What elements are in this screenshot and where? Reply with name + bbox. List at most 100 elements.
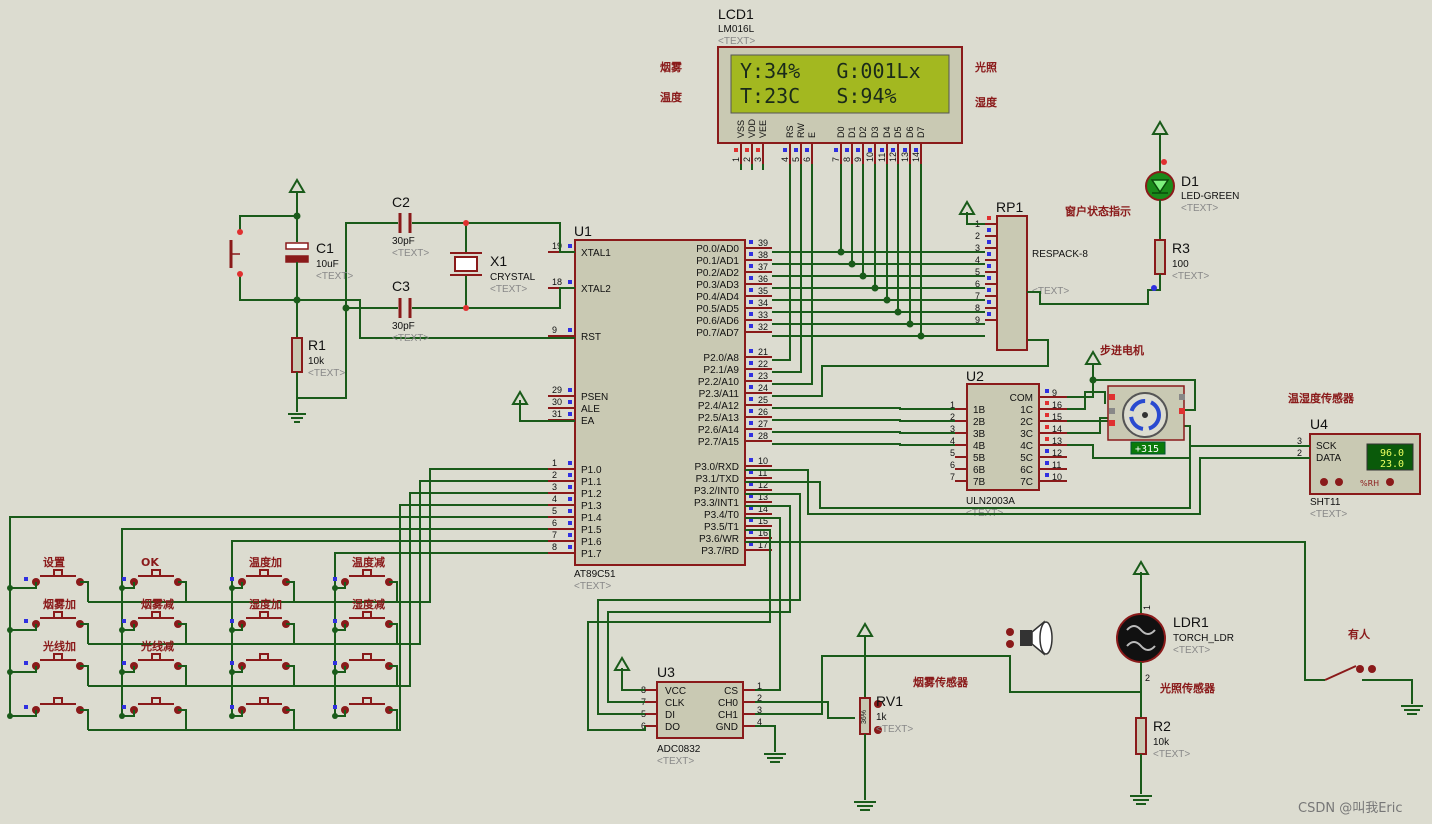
mcu-left-pin-num-13: 8 [552,542,557,552]
mcu-left-pin-num-2: 9 [552,325,557,335]
key-dot-1-0 [24,619,28,623]
lcd-pin-label-1: VDD [747,118,757,138]
mcu-right-pin-num-1: 38 [758,250,768,260]
mcu-right-pin-dot-9 [749,361,753,365]
respack-rp1[interactable]: RP1 RESPACK-8 <TEXT> 123456789 [958,199,1088,351]
mcu-left-pin-num-4: 30 [552,397,562,407]
lcd-pin-num-3: 4 [780,157,790,162]
lcd-pin-dot-8 [856,148,860,152]
key-2-2[interactable] [229,653,295,686]
mcu-left-pin-dot-4 [568,400,572,404]
lcd-pin-dot-4 [794,148,798,152]
key-junction-1-3 [332,627,338,633]
mcu-left-pin-num-10: 5 [552,506,557,516]
key-1-2[interactable]: 湿度加 [229,597,295,644]
lcd-module[interactable]: LCD1 LM016L <TEXT> Y:34% G:001Lx T:23C S… [660,6,998,170]
mcu-left-pin-num-7: 2 [552,470,557,480]
mcu-at89c51[interactable]: U1 AT89C51 <TEXT> 19XTAL118XTAL29RST29PS… [548,223,772,592]
lcd-pin-num-5: 6 [802,157,812,162]
lcd-pin-label-3: RS [785,125,795,138]
key-3-0[interactable] [7,697,89,730]
key-0-1[interactable]: OK [119,556,187,602]
u3-ref: U3 [657,664,675,680]
key-matrix[interactable]: 设置 OK 温度加 温度减烟雾加 烟雾减 湿度加 湿度减光线加 光线减 [7,468,548,731]
driver-uln2003a[interactable]: U2 ULN2003A <TEXT> 1 1B2 2B3 3B4 4B5 5B6 6B7 7B… [950,368,1067,519]
key-junction-0-0 [7,585,13,591]
u2-right-pin-label-7: 7C [1020,477,1033,488]
mcu-right-pin-num-14: 27 [758,419,768,429]
key-0-2[interactable]: 温度加 [229,555,295,602]
crystal-circuit: C2 30pF <TEXT> C3 30pF <TEXT> X1 CRYSTAL… [392,194,575,344]
key-1-3[interactable]: 湿度减 [332,597,398,644]
key-3-1[interactable] [119,697,187,730]
lcd-pin-label-6: D0 [836,126,846,138]
u2-right-pin-num-3: 14 [1052,424,1062,434]
key-2-0[interactable]: 光线加 [7,639,89,686]
key-junction-2-3 [332,669,338,675]
key-row-wire-0 [88,468,548,603]
c2-value: 30pF [392,236,415,247]
u2-right-pin-num-2: 15 [1052,412,1062,422]
u2-ref: U2 [966,368,984,384]
label-temp: 温度 [660,90,683,104]
mcu-right-pin-label-6: P0.6/AD6 [696,316,739,327]
ldr-body [1116,613,1166,663]
rp1-pin-num-2: 3 [975,243,980,253]
label-light: 光照 [974,60,997,74]
key-3-2[interactable] [229,697,295,730]
mcu-right-pin-label-1: P0.1/AD1 [696,256,739,267]
mcu-right-pin-num-5: 34 [758,298,768,308]
rp1-pin-dot-2 [987,240,991,244]
u4-pin-sck: SCK [1316,441,1337,452]
rp1-pin-dot-5 [987,276,991,280]
key-2-3[interactable] [332,653,398,686]
key-junction-1-1 [119,627,125,633]
key-3-3[interactable] [332,697,398,730]
key-dot-3-3 [333,705,337,709]
c1-ref: C1 [316,240,334,256]
bus-rw [772,164,802,373]
lcd-pin-dot-5 [805,148,809,152]
presence-switch[interactable]: 有人 [745,541,1423,715]
stepper-motor[interactable]: 步进电机 +315 [1067,343,1196,459]
u2-right-pin-num-4: 13 [1052,436,1062,446]
lcd-pin-dot-3 [783,148,787,152]
bus-rs [772,164,791,361]
mcu-right-pins: 39 P0.0/AD0 38 P0.1/AD1 37 P0.2/AD2 36 P0.3/AD3… [694,238,772,557]
key-label-2-0: 光线加 [42,639,76,653]
mcu-right-pin-label-22: P3.6/WR [699,534,739,545]
mcu-right-pin-dot-3 [749,276,753,280]
key-contact-2-1 [138,653,174,661]
ldr-circuit[interactable]: 1 2 LDR1 TORCH_LDR <TEXT> R2 10k <TEXT> … [1116,560,1234,805]
lcd-pin-num-2: 3 [753,157,763,162]
sensor-sht11[interactable]: 温湿度传感器 U4 SCK DATA 3 2 96.0 23.0 %RH SHT… [745,391,1421,520]
mcu-right-pin-dot-13 [749,409,753,413]
c3-text: <TEXT> [392,333,429,344]
rp1-value: RESPACK-8 [1032,249,1088,260]
key-junction-3-1 [119,713,125,719]
rp1-pin-num-8: 9 [975,315,980,325]
mcu-right-pin-label-12: P2.4/A12 [698,401,740,412]
key-2-1[interactable]: 光线减 [119,639,187,686]
key-0-0[interactable]: 设置 [7,555,89,602]
u2-left-pin-num-5: 6 [950,460,955,470]
label-humidity: 湿度 [975,95,998,109]
ldr1-ref: LDR1 [1173,614,1209,630]
mcu-right-pin-label-5: P0.5/AD5 [696,304,739,315]
led-indicator[interactable]: D1 LED-GREEN <TEXT> R3 100 <TEXT> 窗户状态指示 [1027,120,1239,305]
key-wire-2-0 [10,665,89,686]
mcu-right-pin-num-11: 24 [758,383,768,393]
mcu-left-pin-dot-13 [568,545,572,549]
key-0-3[interactable]: 温度减 [332,555,398,602]
bus-junction-7 [917,332,925,340]
r3-ref: R3 [1172,240,1190,256]
u2-left-pin-num-6: 7 [950,472,955,482]
schematic-canvas[interactable]: LCD1 LM016L <TEXT> Y:34% G:001Lx T:23C S… [0,0,1432,824]
key-label-0-1: OK [141,556,159,569]
lcd-pin-dot-13 [914,148,918,152]
key-1-1[interactable]: 烟雾减 [119,597,187,644]
bus-p2-6 [772,431,955,434]
c1-value: 10uF [316,259,339,270]
potentiometer-rv1[interactable]: 36% RV1 1k <TEXT> 烟雾传感器 [854,622,969,811]
key-1-0[interactable]: 烟雾加 [7,597,89,644]
